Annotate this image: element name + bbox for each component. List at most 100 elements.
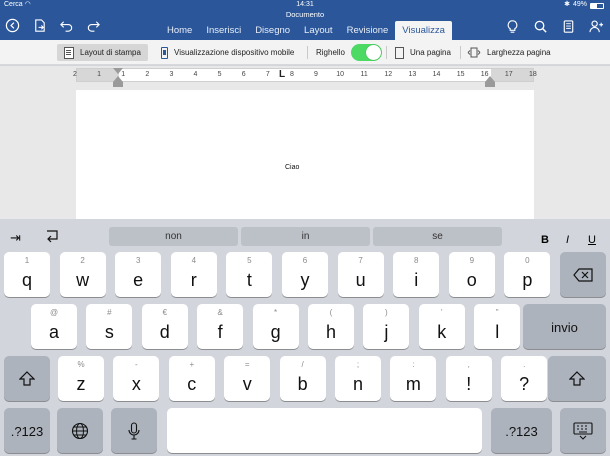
key-main-label: v	[242, 374, 252, 394]
key-main-label: a	[48, 322, 59, 342]
suggestion-3[interactable]: se	[373, 227, 502, 246]
key-alt-label: )	[385, 308, 388, 317]
indent-icon[interactable]: ⇥	[10, 230, 21, 246]
tab-visualizza[interactable]: Visualizza	[395, 21, 452, 40]
globe-icon	[57, 408, 103, 453]
key-main-label: p	[522, 270, 533, 290]
key-alt-label: -	[135, 360, 138, 369]
key-alt-label: *	[274, 308, 278, 317]
key-j[interactable]: ) j	[363, 304, 410, 349]
underline-button[interactable]: U	[588, 234, 596, 246]
backspace-icon	[560, 252, 606, 297]
redo-icon[interactable]	[85, 17, 101, 33]
key-alt-label: 4	[191, 256, 197, 265]
one-page-button[interactable]: Una pagina	[395, 44, 451, 61]
tab-home[interactable]: Home	[160, 21, 199, 40]
key-alt-label: 8	[413, 256, 419, 265]
lightbulb-icon[interactable]	[504, 18, 520, 34]
key-z[interactable]: % z	[58, 356, 104, 401]
key-r[interactable]: 4r	[170, 252, 217, 297]
key-main-label: f	[217, 322, 223, 342]
tab-inserisci[interactable]: Inserisci	[199, 21, 248, 40]
ribbon-visualizza: Layout di stampa Visualizzazione disposi…	[0, 40, 610, 65]
key-b[interactable]: / b	[279, 356, 326, 401]
shift-right-key[interactable]	[548, 356, 606, 401]
key-main-label: y	[300, 270, 310, 290]
key-n[interactable]: ; n	[335, 356, 381, 401]
key-a[interactable]: @ a	[31, 304, 77, 349]
key-alt-label: #	[107, 308, 112, 317]
dictation-key[interactable]	[111, 408, 157, 453]
key-s[interactable]: # s	[86, 304, 133, 349]
key-x[interactable]: -x	[113, 356, 160, 401]
document-body-text[interactable]: Ciao	[285, 164, 299, 171]
ruler-tick-label: 3	[169, 71, 174, 78]
key-d[interactable]: € d	[141, 304, 188, 349]
key-t[interactable]: 5t	[226, 252, 273, 297]
key-g[interactable]: * g	[252, 304, 299, 349]
key-m[interactable]: :m	[390, 356, 437, 401]
key-h[interactable]: (h	[308, 304, 354, 349]
share-person-icon[interactable]	[588, 18, 604, 34]
left-indent-marker[interactable]	[113, 82, 123, 87]
key-main-label: k	[437, 322, 447, 342]
file-icon[interactable]	[31, 17, 47, 33]
key-i[interactable]: 8i	[393, 252, 440, 297]
key-f[interactable]: & f	[197, 304, 244, 349]
microphone-icon	[111, 408, 157, 453]
key-alt-label: /	[301, 360, 304, 369]
back-icon[interactable]	[4, 17, 20, 33]
numbers-key-left[interactable]: .?123	[4, 408, 50, 453]
suggestion-1[interactable]: non	[109, 227, 238, 246]
mobile-view-button[interactable]: Visualizzazione dispositivo mobile	[161, 44, 294, 61]
key-v[interactable]: = v	[224, 356, 271, 401]
ribbon-divider	[307, 46, 308, 59]
tab-revisione[interactable]: Revisione	[340, 21, 396, 40]
document-page[interactable]: Ciao	[76, 90, 534, 219]
page-width-label: Larghezza pagina	[487, 48, 551, 57]
italic-button[interactable]: I	[566, 234, 569, 246]
tab-layout[interactable]: Layout	[297, 21, 340, 40]
key-alt-label: @	[49, 308, 59, 317]
toolbar-left	[4, 17, 101, 33]
print-layout-label: Layout di stampa	[80, 48, 141, 57]
key-alt-label: ;	[356, 360, 360, 369]
ribbon-divider	[386, 46, 387, 59]
shortcut-bar: ⇥ non in se B I U	[0, 225, 610, 246]
right-indent-box[interactable]	[485, 82, 495, 87]
numbers-key-right[interactable]: .?123	[491, 408, 552, 453]
key-alt-label: '	[441, 308, 443, 317]
ruler-tick-label: 2	[73, 71, 77, 78]
page-width-button[interactable]: Larghezza pagina	[467, 44, 551, 61]
backspace-key[interactable]	[560, 252, 606, 297]
print-layout-button[interactable]: Layout di stampa	[57, 44, 148, 61]
key-symbol[interactable]: ,!	[445, 356, 492, 401]
key-y[interactable]: 6y	[282, 252, 328, 297]
undo-icon[interactable]	[58, 17, 74, 33]
outdent-icon[interactable]	[44, 230, 59, 246]
ruler-tick-label: 16	[480, 71, 489, 78]
key-symbol[interactable]: .?	[501, 356, 548, 401]
tab-disegno[interactable]: Disegno	[248, 21, 297, 40]
key-k[interactable]: ' k	[418, 304, 465, 349]
key-main-label: m	[405, 374, 421, 394]
key-l[interactable]: " l	[474, 304, 521, 349]
document-view-icon[interactable]	[560, 18, 576, 34]
key-w[interactable]: 2w	[59, 252, 106, 297]
suggestion-2[interactable]: in	[241, 227, 370, 246]
search-icon[interactable]	[532, 18, 548, 34]
ruler-toggle[interactable]	[350, 44, 382, 61]
shift-left-key[interactable]	[4, 356, 50, 401]
return-key[interactable]: invio	[523, 304, 606, 349]
key-c[interactable]: + c	[168, 356, 215, 401]
key-o[interactable]: 9o	[448, 252, 495, 297]
hide-keyboard-key[interactable]	[560, 408, 606, 453]
key-alt-label: 2	[80, 256, 85, 265]
key-u[interactable]: 7u	[337, 252, 384, 297]
key-p[interactable]: 0p	[504, 252, 551, 297]
space-key[interactable]	[167, 408, 482, 453]
key-q[interactable]: 1q	[4, 252, 50, 297]
key-e[interactable]: 3e	[115, 252, 162, 297]
bold-button[interactable]: B	[541, 234, 549, 246]
globe-key[interactable]	[57, 408, 103, 453]
